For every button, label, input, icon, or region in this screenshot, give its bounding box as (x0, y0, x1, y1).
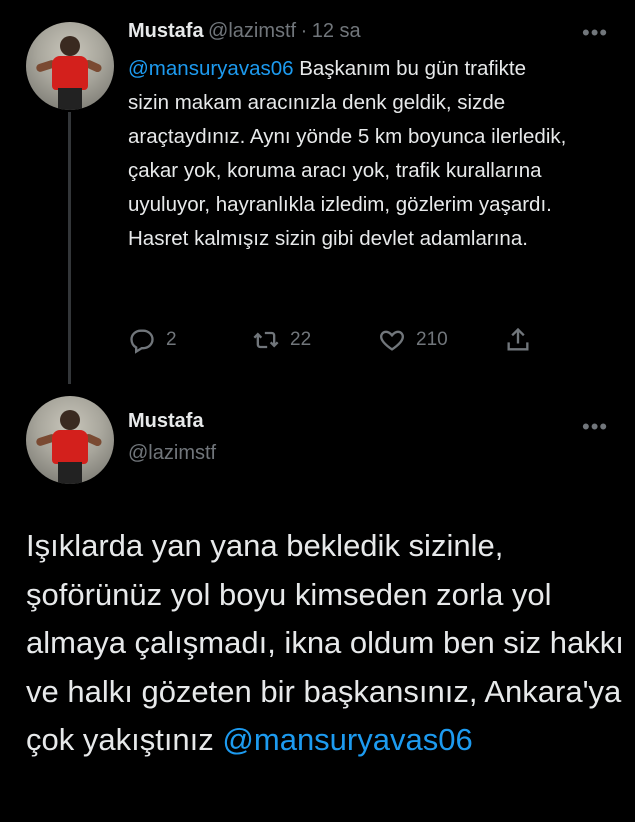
heart-icon (380, 330, 404, 351)
tweet-actions: 2 22 210 (128, 322, 548, 358)
tweet-first[interactable]: Mustafa @lazimstf · 12 sa ••• @mansuryav… (0, 0, 635, 385)
share-button[interactable] (504, 322, 532, 358)
tweet-body: Başkanım bu gün trafikte sizin makam ara… (128, 57, 567, 250)
user-handle[interactable]: @lazimstf (208, 20, 296, 42)
retweet-button[interactable]: 22 (252, 322, 311, 358)
tweet-text: @mansuryavas06 Başkanım bu gün trafikte … (128, 52, 568, 256)
thread-connector-line (68, 112, 71, 384)
user-handle[interactable]: @lazimstf (128, 442, 216, 465)
tweet-text: Işıklarda yan yana bekledik sizinle, şof… (26, 522, 626, 765)
avatar[interactable] (26, 22, 114, 110)
reply-icon (130, 329, 154, 354)
like-count: 210 (416, 329, 448, 350)
display-name[interactable]: Mustafa (128, 410, 204, 433)
retweet-icon (253, 331, 279, 349)
time-separator: · (300, 20, 308, 42)
reply-count: 2 (166, 329, 177, 350)
avatar[interactable] (26, 396, 114, 484)
more-icon[interactable]: ••• (582, 22, 608, 44)
more-icon[interactable]: ••• (582, 416, 608, 438)
display-name[interactable]: Mustafa (128, 20, 204, 42)
mention-link[interactable]: @mansuryavas06 (128, 57, 294, 80)
like-button[interactable]: 210 (378, 322, 448, 358)
share-icon (507, 327, 529, 351)
retweet-count: 22 (290, 329, 312, 350)
reply-button[interactable]: 2 (128, 322, 177, 358)
tweet-timestamp[interactable]: 12 sa (312, 20, 361, 42)
tweet-header: Mustafa @lazimstf · 12 sa (128, 20, 361, 43)
mention-link[interactable]: @mansuryavas06 (222, 722, 472, 757)
